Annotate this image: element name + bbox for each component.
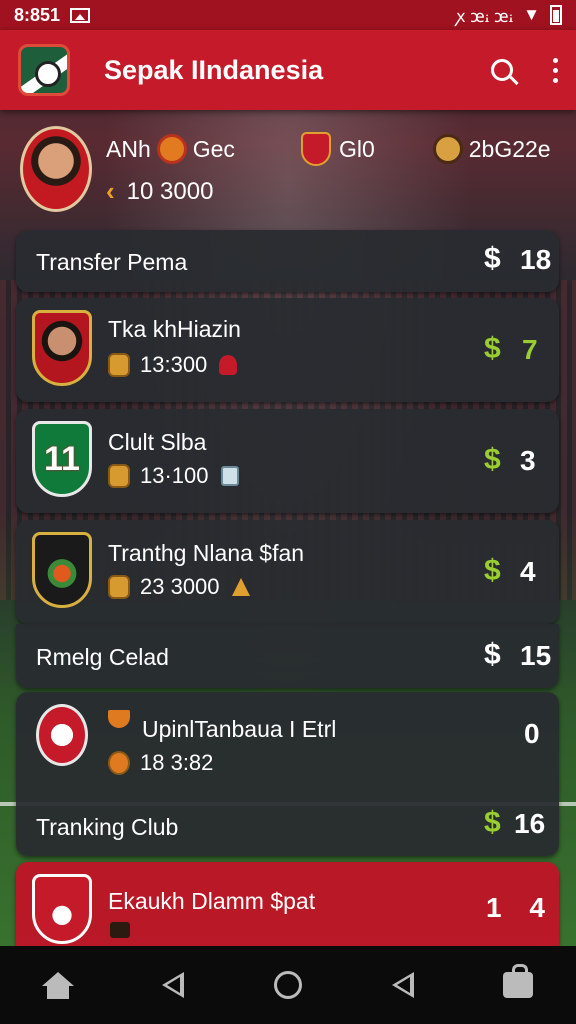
app-bar: Sepak IIndanesia xyxy=(0,30,576,110)
ball-crest-icon xyxy=(32,874,92,944)
flame-icon xyxy=(219,355,238,375)
item-title: Tka khHiazin xyxy=(108,316,241,342)
item-count: 0 xyxy=(524,718,540,749)
image-notification-icon xyxy=(70,7,91,23)
union-crest-icon xyxy=(36,704,88,766)
section-title: Tranking Club xyxy=(36,814,179,840)
home-circle-button[interactable] xyxy=(268,965,308,1005)
stat-one: Gec xyxy=(192,135,235,162)
battery-icon xyxy=(550,5,562,25)
profile-coins-row: ‹ 10 3000 xyxy=(106,176,213,207)
more-options-icon[interactable] xyxy=(553,57,558,83)
item-price: 18 3:82 xyxy=(108,750,213,776)
back-icon xyxy=(392,972,415,998)
shield-badge-icon xyxy=(300,132,331,166)
item-count: 3 xyxy=(520,445,536,476)
item-price-value: 18 3:82 xyxy=(140,750,214,775)
stat-two: Gl0 xyxy=(338,135,375,162)
item-count: 4 xyxy=(520,556,536,587)
crest-number: 11 xyxy=(44,439,80,478)
coin-icon xyxy=(108,353,130,377)
status-time: 8:851 xyxy=(14,4,61,25)
player-avatar[interactable] xyxy=(20,126,92,212)
dollar-icon: $ xyxy=(484,332,501,365)
circle-icon xyxy=(273,971,302,999)
section-count: 16 xyxy=(514,808,546,839)
list-item[interactable]: Tka khHiazin 13:300 $ 7 xyxy=(16,298,559,402)
item-price: 13·100 xyxy=(108,463,239,489)
dollar-icon: $ xyxy=(484,554,501,587)
app-actions xyxy=(491,57,558,83)
back-button-2[interactable] xyxy=(383,965,423,1005)
section-rmelg[interactable]: Rmelg Celad $ 15 xyxy=(16,624,559,688)
home-icon xyxy=(41,972,74,999)
item-price: 13:300 xyxy=(108,352,238,378)
item-title: Ekaukh Dlamm $pat xyxy=(108,888,316,914)
stat-three: 2bG22e xyxy=(468,135,551,162)
item-price: 23 3000 xyxy=(108,574,250,600)
dollar-icon: $ xyxy=(484,638,501,671)
status-icons: ꭗ ꭢꭵ ꭢꭵ ▼ xyxy=(456,4,562,27)
transfer-crest-icon xyxy=(32,532,92,608)
back-button[interactable] xyxy=(153,965,193,1005)
store-button[interactable] xyxy=(498,964,538,1005)
signal-icons: ꭗ ꭢꭵ ꭢꭵ xyxy=(456,6,514,26)
app-title: Sepak IIndanesia xyxy=(104,54,324,85)
section-transfer[interactable]: Transfer Pema $ 18 xyxy=(16,230,559,292)
ball-badge-icon xyxy=(432,134,463,164)
player-crest-icon xyxy=(32,310,92,386)
profile-stats-row: ANh Gec Gl0 2bG22e xyxy=(106,132,551,166)
dollar-icon: $ xyxy=(484,443,501,476)
search-icon[interactable] xyxy=(491,59,513,81)
cone-icon xyxy=(231,578,250,596)
profile-header: ANh Gec Gl0 2bG22e ‹ 10 3000 xyxy=(20,126,556,216)
small-badge-icon xyxy=(110,922,130,938)
section-count: 15 xyxy=(520,640,552,671)
bag-icon xyxy=(503,964,534,998)
item-title: UpinlTanbaua I Etrl xyxy=(142,716,337,742)
status-bar: 8:851 ꭗ ꭢꭵ ꭢꭵ ▼ xyxy=(0,0,576,30)
home-button[interactable] xyxy=(38,965,78,1005)
item-count: 7 xyxy=(522,334,538,365)
item-price-value: 13:300 xyxy=(140,352,208,377)
item-price-value: 23 3000 xyxy=(140,574,220,599)
coin-icon xyxy=(108,464,130,488)
card-icon xyxy=(220,466,239,486)
club-badge-icon xyxy=(156,134,187,164)
section-title: Rmelg Celad xyxy=(36,644,169,670)
dollar-icon: $ xyxy=(484,242,501,275)
coin-balance: 10 3000 xyxy=(126,177,214,205)
app-logo xyxy=(18,44,70,96)
coin-icon xyxy=(108,575,130,599)
list-item[interactable]: 11 Clult Slba 13·100 $ 3 xyxy=(16,409,559,513)
item-price-value: 13·100 xyxy=(140,463,209,488)
chevron-badge-icon xyxy=(108,710,130,728)
list-item-highlighted[interactable]: Ekaukh Dlamm $pat 1 4 xyxy=(16,862,559,946)
wifi-icon: ▼ xyxy=(523,5,540,24)
player-name: ANh xyxy=(106,135,151,162)
list-item[interactable]: UpinlTanbaua I Etrl 18 3:82 0 Tranking C… xyxy=(16,692,559,856)
arrow-icon: ‹ xyxy=(106,176,115,206)
list-item[interactable]: Tranthg Nlana $fan 23 3000 $ 4 xyxy=(16,520,559,624)
club-crest-icon: 11 xyxy=(32,421,92,497)
section-count: 18 xyxy=(520,244,552,275)
item-count: 1 4 xyxy=(486,892,555,923)
dollar-icon: $ xyxy=(484,806,501,839)
section-title: Transfer Pema xyxy=(36,249,188,275)
back-icon xyxy=(161,972,184,998)
item-title: Tranthg Nlana $fan xyxy=(108,540,305,566)
system-nav-bar xyxy=(0,946,576,1024)
item-title: Clult Slba xyxy=(108,429,207,455)
heart-coin-icon xyxy=(108,751,130,775)
